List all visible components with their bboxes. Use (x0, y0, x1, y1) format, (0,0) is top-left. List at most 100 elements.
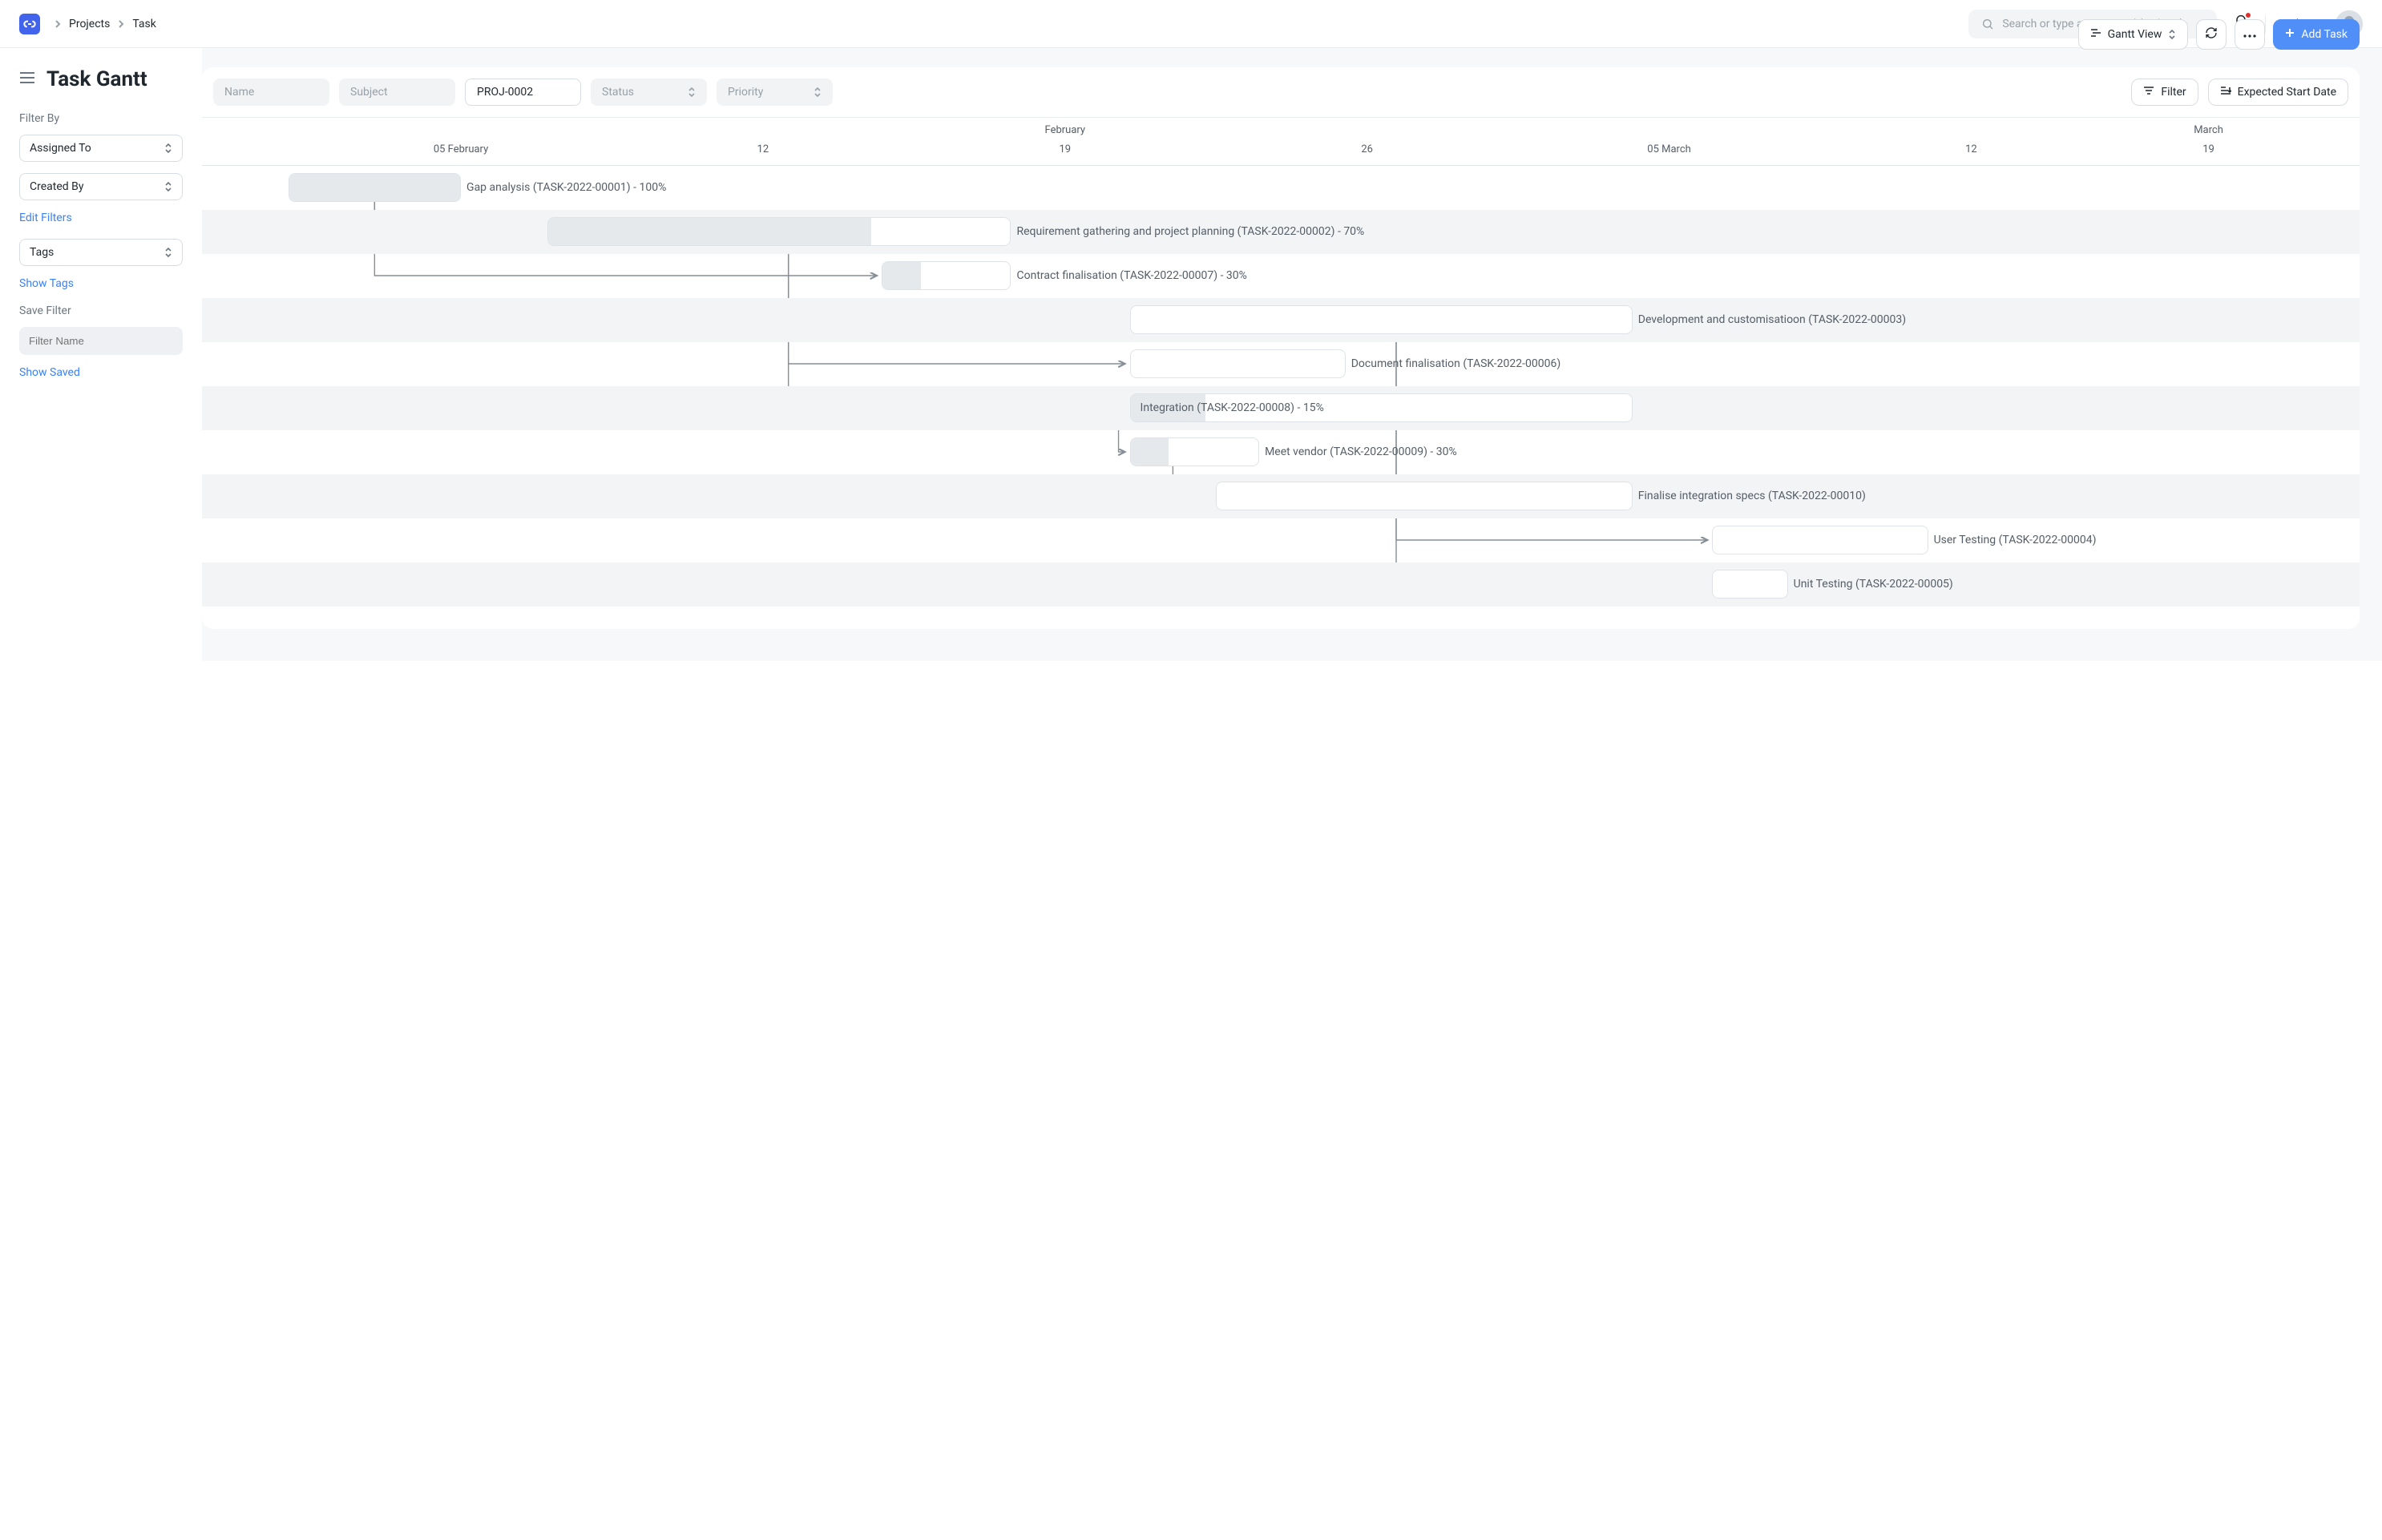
topbar: Projects Task Search or type a command (… (0, 0, 2382, 48)
priority-filter-label: Priority (728, 86, 763, 99)
gantt-row: Requirement gathering and project planni… (202, 210, 2360, 254)
search-icon (1981, 18, 1994, 30)
chevron-right-icon (118, 19, 124, 29)
gantt-bar-label: Development and customisatioon (TASK-202… (1638, 313, 1906, 326)
gantt-bar-label: Requirement gathering and project planni… (1016, 225, 1364, 238)
gantt-bar[interactable]: Requirement gathering and project planni… (547, 217, 1011, 246)
day-label: 12 (757, 143, 769, 155)
gantt-bar-label: User Testing (TASK-2022-00004) (1934, 534, 2097, 546)
save-filter-label: Save Filter (19, 304, 183, 317)
gantt-view-button[interactable]: Gantt View (2078, 19, 2189, 50)
select-icon (164, 143, 172, 154)
gantt-bar[interactable]: Integration (TASK-2022-00008) - 15% (1130, 393, 1633, 422)
select-icon (2168, 29, 2176, 40)
day-label: 19 (1059, 143, 1071, 155)
show-tags-link[interactable]: Show Tags (19, 277, 183, 290)
gantt-icon (2090, 28, 2101, 41)
progress-fill (1131, 438, 1169, 466)
progress-fill (882, 262, 921, 289)
gantt-row: Unit Testing (TASK-2022-00005) (202, 562, 2360, 607)
gantt-row: Meet vendor (TASK-2022-00009) - 30% (202, 430, 2360, 474)
filter-icon (2143, 86, 2154, 99)
day-label: 05 February (434, 143, 488, 155)
subject-filter[interactable]: Subject (339, 79, 455, 106)
priority-filter[interactable]: Priority (717, 79, 833, 106)
subject-filter-label: Subject (350, 86, 388, 99)
app-logo[interactable] (19, 14, 40, 34)
gantt-bar-label: Gap analysis (TASK-2022-00001) - 100% (466, 181, 666, 194)
gantt-row: Finalise integration specs (TASK-2022-00… (202, 474, 2360, 518)
gantt-bar[interactable]: Development and customisatioon (TASK-202… (1130, 305, 1633, 334)
edit-filters-link[interactable]: Edit Filters (19, 212, 183, 224)
gantt-bar-label: Document finalisation (TASK-2022-00006) (1351, 357, 1560, 370)
gantt-row: Integration (TASK-2022-00008) - 15% (202, 386, 2360, 430)
gantt-bar[interactable]: Finalise integration specs (TASK-2022-00… (1216, 482, 1633, 510)
gantt-canvas: Name Subject PROJ-0002 Status Priority (202, 67, 2360, 629)
status-filter-label: Status (602, 86, 634, 99)
gantt-bar[interactable]: Meet vendor (TASK-2022-00009) - 30% (1130, 437, 1260, 466)
created-by-value: Created By (30, 180, 83, 193)
filter-name-input[interactable] (19, 327, 183, 355)
sort-button-label: Expected Start Date (2238, 86, 2336, 99)
show-saved-link[interactable]: Show Saved (19, 366, 183, 379)
day-label: 26 (1361, 143, 1373, 155)
timeline-header: February March 05 February 12 19 26 05 March 1… (202, 118, 2360, 166)
add-task-label: Add Task (2301, 28, 2348, 41)
chevron-right-icon (55, 19, 61, 29)
gantt-bar-label: Contract finalisation (TASK-2022-00007) … (1016, 269, 1246, 282)
select-icon (688, 87, 696, 98)
status-filter[interactable]: Status (591, 79, 707, 106)
gantt-row: Contract finalisation (TASK-2022-00007) … (202, 254, 2360, 298)
progress-fill (289, 174, 460, 201)
page-title: Task Gantt (46, 67, 147, 91)
breadcrumb-task[interactable]: Task (132, 18, 156, 30)
gantt-bar-label: Meet vendor (TASK-2022-00009) - 30% (1265, 445, 1457, 458)
breadcrumb: Projects Task (55, 18, 156, 30)
filter-sidebar: Task Gantt Filter By Assigned To Created… (0, 48, 202, 661)
gantt-rows: Gap analysis (TASK-2022-00001) - 100% Req… (202, 166, 2360, 607)
filter-button-label: Filter (2161, 86, 2186, 99)
select-icon (164, 247, 172, 258)
gantt-row: Gap analysis (TASK-2022-00001) - 100% (202, 166, 2360, 210)
gantt-row: Development and customisatioon (TASK-202… (202, 298, 2360, 342)
tags-value: Tags (30, 246, 54, 259)
add-task-button[interactable]: Add Task (2273, 19, 2360, 50)
progress-fill (548, 218, 872, 245)
gantt-bar[interactable]: Gap analysis (TASK-2022-00001) - 100% (289, 173, 461, 202)
select-icon (814, 87, 822, 98)
refresh-button[interactable] (2196, 19, 2227, 50)
project-filter-value: PROJ-0002 (477, 86, 533, 99)
gantt-bar[interactable]: User Testing (TASK-2022-00004) (1712, 526, 1928, 554)
gantt-bar[interactable]: Contract finalisation (TASK-2022-00007) … (882, 261, 1011, 290)
gantt-bar[interactable]: Unit Testing (TASK-2022-00005) (1712, 570, 1787, 599)
month-label: February (1045, 124, 1086, 136)
gantt-view-label: Gantt View (2108, 28, 2162, 41)
day-label: 05 March (1647, 143, 1691, 155)
assigned-to-select[interactable]: Assigned To (19, 135, 183, 162)
gantt-bar[interactable]: Document finalisation (TASK-2022-00006) (1130, 349, 1346, 378)
more-button[interactable] (2235, 19, 2265, 50)
select-icon (164, 181, 172, 192)
day-label: 12 (1965, 143, 1977, 155)
created-by-select[interactable]: Created By (19, 173, 183, 200)
filter-button[interactable]: Filter (2131, 79, 2198, 106)
name-filter-label: Name (224, 86, 254, 99)
tags-select[interactable]: Tags (19, 239, 183, 266)
sort-button[interactable]: Expected Start Date (2208, 79, 2348, 106)
refresh-icon (2205, 26, 2218, 42)
notification-dot-icon (2246, 13, 2251, 18)
month-label: March (2194, 124, 2223, 136)
breadcrumb-projects[interactable]: Projects (69, 18, 110, 30)
gantt-bar-label: Unit Testing (TASK-2022-00005) (1794, 578, 1953, 591)
sort-icon (2220, 86, 2231, 99)
project-filter[interactable]: PROJ-0002 (465, 79, 581, 106)
name-filter[interactable]: Name (213, 79, 329, 106)
assigned-to-value: Assigned To (30, 142, 91, 155)
ellipsis-icon (2243, 28, 2256, 41)
gantt-bar-label: Integration (TASK-2022-00008) - 15% (1141, 401, 1324, 414)
menu-toggle-icon[interactable] (19, 71, 35, 87)
gantt-row: User Testing (TASK-2022-00004) (202, 518, 2360, 562)
day-label: 19 (2202, 143, 2214, 155)
plus-icon (2285, 28, 2295, 41)
gantt-row: Document finalisation (TASK-2022-00006) (202, 342, 2360, 386)
